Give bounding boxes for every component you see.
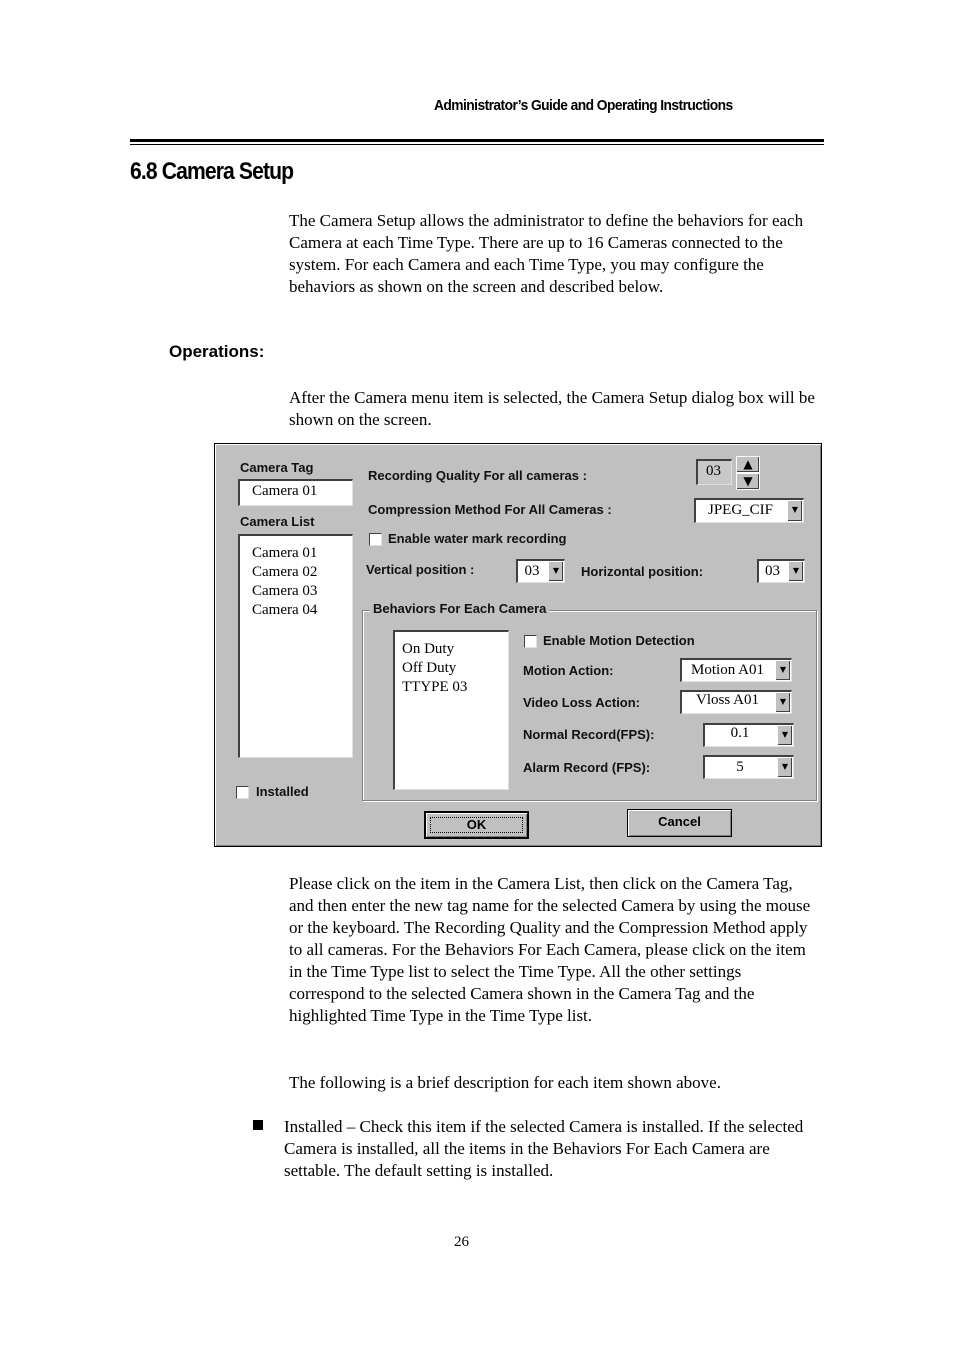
- time-type-item[interactable]: Off Duty: [395, 659, 508, 678]
- camera-list-item[interactable]: Camera 03: [240, 582, 352, 601]
- chevron-down-icon[interactable]: ▼: [548, 562, 563, 581]
- camera-list[interactable]: Camera 01 Camera 02 Camera 03 Camera 04: [238, 534, 353, 758]
- recording-quality-label: Recording Quality For all cameras :: [368, 468, 587, 483]
- camera-list-item[interactable]: Camera 01: [240, 544, 352, 563]
- ok-button[interactable]: OK: [424, 811, 529, 839]
- time-type-item[interactable]: TTYPE 03: [395, 678, 508, 697]
- horizontal-position-select[interactable]: 03 ▼: [757, 559, 805, 583]
- chevron-down-icon[interactable]: ▼: [788, 562, 803, 581]
- camera-setup-dialog: Camera Tag Camera 01 Camera List Camera …: [214, 443, 822, 847]
- spin-up-icon[interactable]: ▲: [736, 456, 760, 473]
- alarm-record-value: 5: [736, 759, 744, 775]
- chevron-down-icon[interactable]: ▼: [775, 693, 790, 712]
- camera-list-label: Camera List: [240, 514, 315, 529]
- time-type-list[interactable]: On Duty Off Duty TTYPE 03: [393, 630, 509, 790]
- header-rule-thick: [130, 139, 824, 142]
- chevron-down-icon[interactable]: ▼: [787, 501, 802, 521]
- camera-list-item[interactable]: Camera 04: [240, 601, 352, 620]
- description-paragraph: Please click on the item in the Camera L…: [289, 874, 811, 1025]
- horizontal-position-value: 03: [765, 563, 780, 579]
- installed-label: Installed: [256, 784, 309, 799]
- operations-paragraph: After the Camera menu item is selected, …: [289, 388, 815, 429]
- page-number: 26: [454, 1234, 469, 1250]
- motion-action-value: Motion A01: [691, 662, 764, 678]
- bullet-square-icon: [253, 1120, 263, 1130]
- operations-heading: Operations:: [169, 342, 265, 361]
- recording-quality-spinner[interactable]: ▲ ▼: [736, 456, 760, 490]
- running-header: Administrator’s Guide and Operating Inst…: [434, 97, 733, 114]
- recording-quality-input[interactable]: 03: [696, 459, 732, 485]
- vertical-position-select[interactable]: 03 ▼: [516, 559, 565, 583]
- watermark-checkbox[interactable]: [369, 533, 382, 546]
- chevron-down-icon[interactable]: ▼: [777, 758, 792, 777]
- motion-action-label: Motion Action:: [523, 663, 614, 678]
- watermark-label: Enable water mark recording: [388, 531, 567, 546]
- video-loss-label: Video Loss Action:: [523, 695, 641, 710]
- brief-intro: The following is a brief description for…: [289, 1073, 721, 1092]
- focus-rect: [430, 817, 523, 833]
- section-title: 6.8 Camera Setup: [130, 158, 294, 185]
- normal-record-label: Normal Record(FPS):: [523, 727, 655, 742]
- camera-list-item[interactable]: Camera 02: [240, 563, 352, 582]
- vertical-position-label: Vertical position :: [366, 562, 475, 577]
- video-loss-value: Vloss A01: [696, 692, 759, 708]
- compression-label: Compression Method For All Cameras :: [368, 502, 612, 517]
- motion-detection-label: Enable Motion Detection: [543, 633, 695, 648]
- spin-down-icon[interactable]: ▼: [736, 473, 760, 490]
- camera-tag-input[interactable]: Camera 01: [238, 479, 353, 506]
- horizontal-position-label: Horizontal position:: [581, 564, 704, 579]
- intro-paragraph: The Camera Setup allows the administrato…: [289, 211, 804, 296]
- vertical-position-value: 03: [524, 563, 540, 579]
- chevron-down-icon[interactable]: ▼: [777, 726, 792, 745]
- alarm-record-select[interactable]: 5 ▼: [703, 755, 794, 779]
- alarm-record-label: Alarm Record (FPS):: [523, 760, 651, 775]
- cancel-button[interactable]: Cancel: [627, 809, 732, 837]
- normal-record-select[interactable]: 0.1 ▼: [703, 723, 794, 747]
- chevron-down-icon[interactable]: ▼: [775, 661, 790, 680]
- compression-value: JPEG_CIF: [707, 502, 774, 518]
- video-loss-select[interactable]: Vloss A01 ▼: [680, 690, 792, 714]
- bullet-installed: Installed – Check this item if the selec…: [284, 1117, 804, 1180]
- motion-action-select[interactable]: Motion A01 ▼: [680, 658, 792, 682]
- motion-detection-checkbox[interactable]: [524, 635, 537, 648]
- normal-record-value: 0.1: [730, 725, 750, 741]
- compression-select[interactable]: JPEG_CIF ▼: [694, 498, 804, 523]
- time-type-item[interactable]: On Duty: [395, 640, 508, 659]
- behaviors-group-title: Behaviors For Each Camera: [370, 601, 550, 616]
- camera-tag-label: Camera Tag: [240, 460, 314, 475]
- header-rule-thin: [130, 144, 824, 145]
- cancel-button-label: Cancel: [658, 814, 701, 829]
- installed-checkbox[interactable]: [236, 786, 249, 799]
